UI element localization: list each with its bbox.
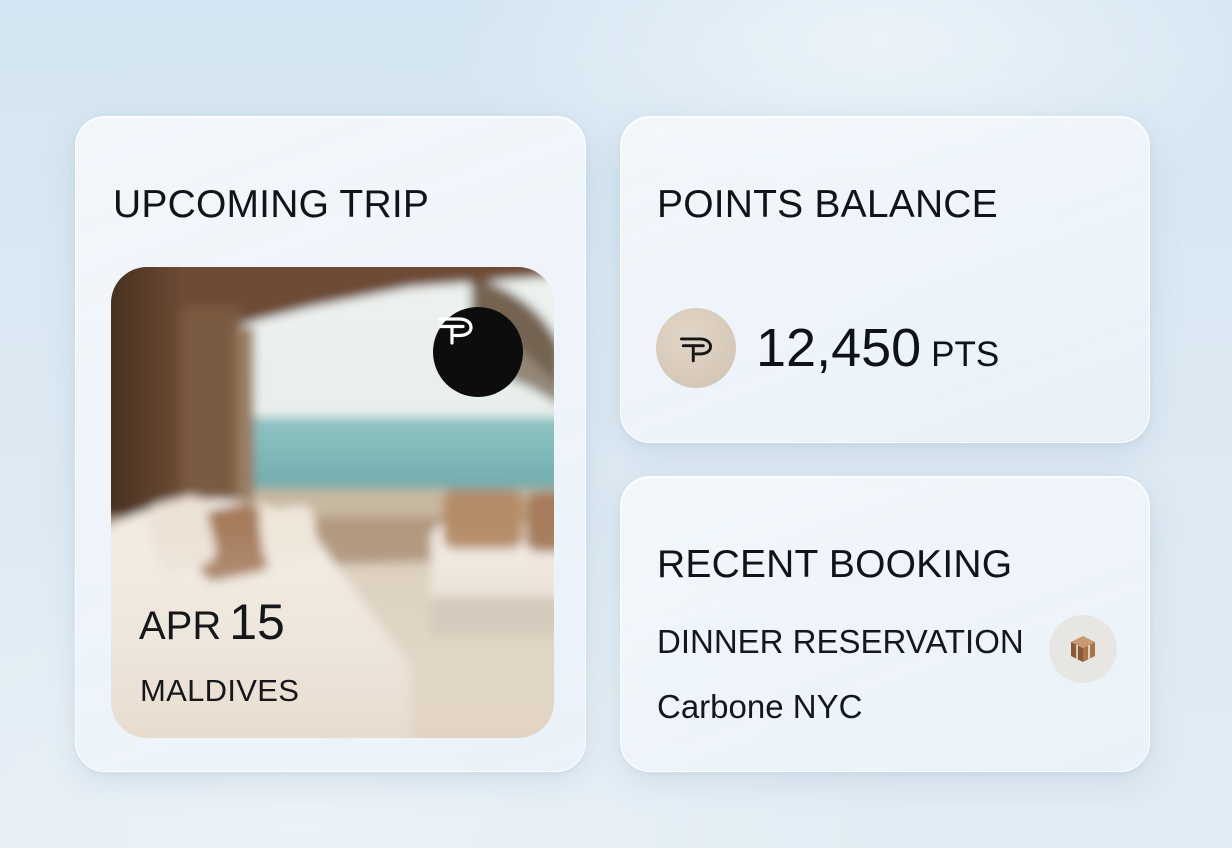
- brand-coin-icon: [656, 308, 736, 388]
- points-value: 12,450 PTS: [756, 317, 999, 379]
- trip-date-day: 15: [229, 594, 285, 650]
- trip-destination: MALDIVES: [140, 673, 300, 708]
- brand-logo-icon: [433, 307, 523, 397]
- upcoming-trip-title: UPCOMING TRIP: [113, 183, 430, 226]
- trip-destination-photo[interactable]: APR 15 MALDIVES: [111, 267, 554, 738]
- booking-venue: Carbone NYC: [657, 688, 863, 725]
- points-balance-title: POINTS BALANCE: [657, 183, 998, 226]
- points-balance-card[interactable]: POINTS BALANCE 12,450 PTS: [620, 116, 1150, 443]
- dashboard-page: { "upcoming_trip": { "title": "UPCOMING …: [0, 0, 1232, 848]
- points-amount: 12,450: [756, 318, 922, 378]
- booking-type: DINNER RESERVATION: [657, 623, 1024, 660]
- recent-booking-card[interactable]: RECENT BOOKING DINNER RESERVATION Carbon…: [620, 476, 1150, 772]
- upcoming-trip-card[interactable]: UPCOMING TRIP APR 15 MALDIVES: [75, 116, 586, 772]
- trip-date-month: APR: [139, 604, 222, 648]
- points-unit: PTS: [931, 335, 1000, 374]
- recent-booking-title: RECENT BOOKING: [657, 543, 1013, 586]
- trip-date: APR 15: [139, 593, 285, 651]
- box-icon: [1049, 615, 1117, 683]
